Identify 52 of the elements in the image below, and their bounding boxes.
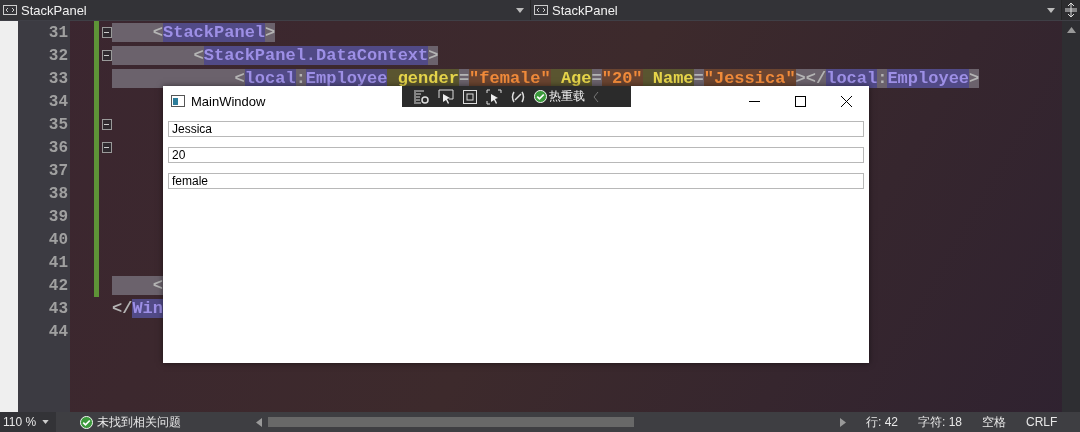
chevron-left-icon[interactable] [593,91,599,102]
fold-toggle[interactable] [101,27,112,38]
maximize-icon [794,95,806,107]
line-number: 32 [47,45,69,67]
fold-toggle[interactable] [101,119,112,130]
line-number: 40 [47,229,69,251]
check-icon [534,90,547,103]
hot-reload-button[interactable]: 热重载 [534,88,585,105]
line-number: 35 [47,114,69,136]
minimize-icon [748,100,760,102]
fold-toggle[interactable] [101,142,112,153]
column-indicator[interactable]: 字符: 18 [918,413,963,431]
fold-toggle[interactable] [101,50,112,61]
line-number: 31 [47,22,69,44]
element-icon [534,5,548,15]
issues-status[interactable]: 未找到相关问题 [97,413,181,431]
whitespace-indicator[interactable]: 空格 [982,413,1007,431]
caret-icon [1047,7,1055,13]
element-icon [3,5,17,15]
scroll-right-icon[interactable] [840,417,846,427]
split-icon[interactable] [1065,3,1077,17]
member-dropdown[interactable]: StackPanel [531,0,1062,20]
square-icon[interactable] [462,88,478,105]
line-number: 34 [47,91,69,113]
window-icon [171,95,185,107]
zoom-dropdown[interactable]: 110 % [0,412,56,432]
line-number: 41 [47,252,69,274]
text-field[interactable]: female [168,173,864,189]
scrollbar-thumb[interactable] [268,417,634,427]
close-icon [840,95,852,107]
line-number: 33 [47,68,69,90]
check-icon [80,415,93,429]
caret-icon [42,420,50,424]
line-number: 37 [47,160,69,182]
text-field[interactable]: 20 [168,147,864,163]
line-number: 42 [47,275,69,297]
line-indicator[interactable]: 行: 42 [866,413,898,431]
line-ending-indicator[interactable]: CRLF [1026,415,1058,429]
type-dropdown[interactable]: StackPanel [0,0,531,20]
text-field[interactable]: Jessica [168,121,864,137]
window-title: MainWindow [191,93,266,109]
line-number: 44 [47,321,69,343]
select-element-icon[interactable] [486,88,502,105]
line-number: 36 [47,137,69,159]
line-number: 38 [47,183,69,205]
scroll-left-icon[interactable] [256,417,262,427]
scroll-up-icon[interactable] [1066,27,1076,33]
caret-icon [516,7,524,13]
visual-tree-icon[interactable] [414,88,430,105]
line-number: 39 [47,206,69,228]
line-number: 43 [47,298,69,320]
select-element-icon[interactable] [438,88,454,105]
